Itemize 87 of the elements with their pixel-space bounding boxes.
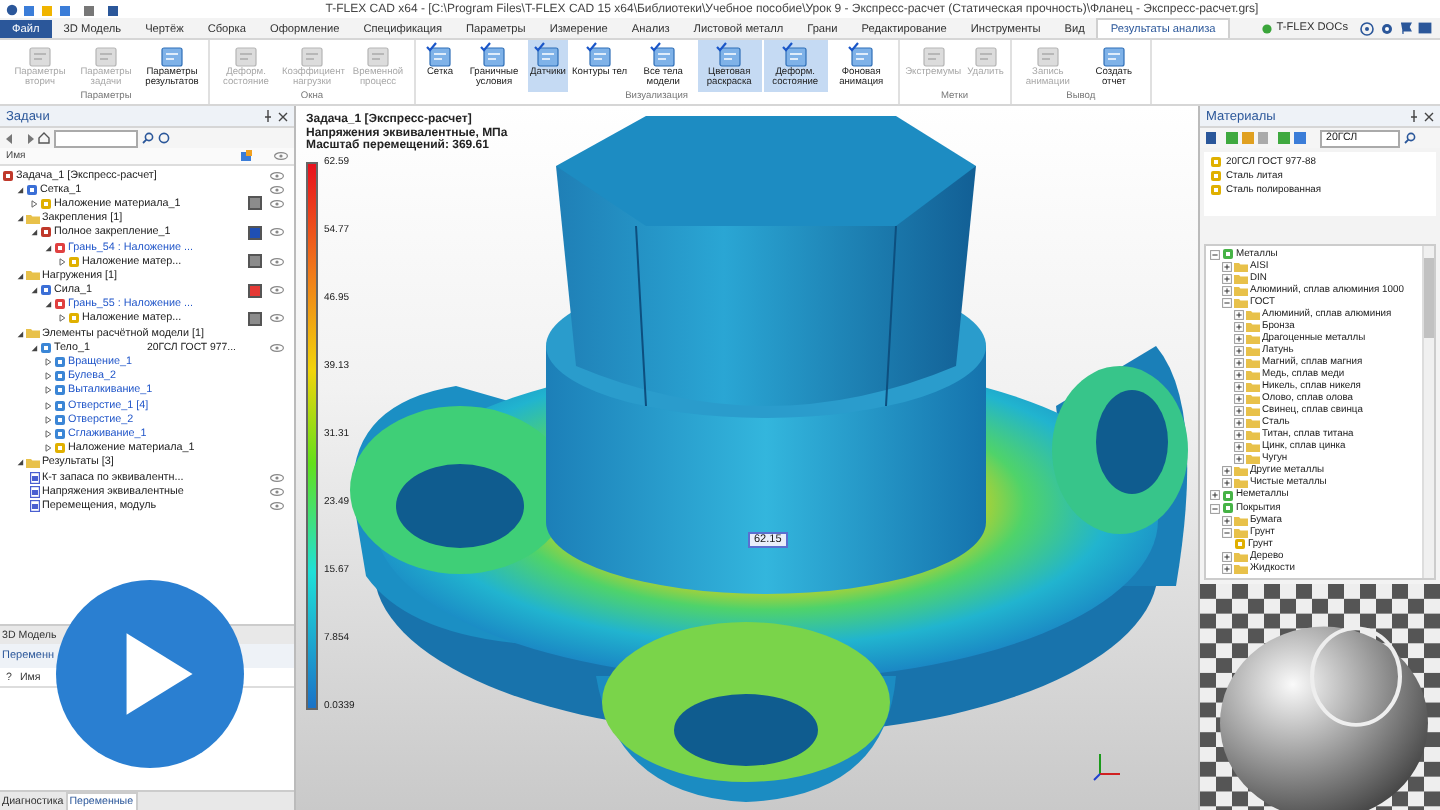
expand-toggle-icon[interactable]: [1234, 418, 1244, 429]
eye-icon[interactable]: [270, 314, 284, 323]
expand-toggle-icon[interactable]: [1234, 382, 1244, 393]
search-icon[interactable]: [1404, 132, 1416, 144]
expand-toggle-icon[interactable]: [1222, 563, 1232, 574]
eye-icon[interactable]: [270, 487, 284, 496]
collapse-arrow-icon[interactable]: [16, 329, 24, 338]
eye-icon[interactable]: [270, 473, 284, 482]
expand-arrow-icon[interactable]: [44, 444, 52, 453]
collapse-toggle-icon[interactable]: [1222, 527, 1232, 538]
expand-toggle-icon[interactable]: [1234, 321, 1244, 332]
expand-arrow-icon[interactable]: [44, 415, 52, 424]
expand-toggle-icon[interactable]: [1234, 454, 1244, 465]
color-swatch[interactable]: [247, 254, 261, 269]
expand-toggle-icon[interactable]: [1222, 261, 1232, 272]
expand-arrow-icon[interactable]: [58, 314, 66, 323]
expand-toggle-icon[interactable]: [1234, 357, 1244, 368]
eye-icon[interactable]: [270, 286, 284, 295]
collapse-toggle-icon[interactable]: [1222, 297, 1232, 308]
close-icon[interactable]: [1424, 111, 1434, 121]
expand-toggle-icon[interactable]: [1222, 515, 1232, 526]
expand-toggle-icon[interactable]: [1222, 478, 1232, 489]
collapse-arrow-icon[interactable]: [16, 271, 24, 280]
color-swatch[interactable]: [247, 196, 261, 211]
expand-arrow-icon[interactable]: [30, 199, 38, 208]
pin-icon[interactable]: [1410, 110, 1418, 122]
status-dot-icon: [1262, 23, 1273, 33]
home-icon[interactable]: [38, 132, 50, 144]
expand-toggle-icon[interactable]: [1222, 285, 1232, 296]
collapse-arrow-icon[interactable]: [16, 185, 24, 194]
collapse-arrow-icon[interactable]: [44, 243, 52, 252]
expand-arrow-icon[interactable]: [44, 358, 52, 367]
folder-icon: [26, 457, 40, 468]
eye-icon[interactable]: [270, 199, 284, 208]
expand-arrow-icon[interactable]: [58, 257, 66, 266]
eye-icon[interactable]: [274, 152, 288, 160]
expand-toggle-icon[interactable]: [1234, 406, 1244, 417]
color-swatch[interactable]: [247, 283, 261, 298]
close-icon[interactable]: [278, 111, 288, 121]
expand-toggle-icon[interactable]: [1234, 369, 1244, 380]
collapse-toggle-icon[interactable]: [1210, 249, 1220, 260]
expand-arrow-icon[interactable]: [44, 386, 52, 395]
collapse-arrow-icon[interactable]: [16, 458, 24, 467]
scrollbar-thumb[interactable]: [1424, 258, 1434, 338]
color-swatch[interactable]: [247, 225, 261, 240]
expand-toggle-icon[interactable]: [1234, 333, 1244, 344]
help-icon[interactable]: [1360, 21, 1374, 35]
expand-arrow-icon[interactable]: [44, 401, 52, 410]
flag-icon[interactable]: [1400, 22, 1412, 34]
folder-icon: [26, 213, 40, 224]
expand-toggle-icon[interactable]: [1234, 430, 1244, 441]
expand-toggle-icon[interactable]: [1234, 394, 1244, 405]
axis-triad-icon: [1092, 750, 1124, 782]
collapse-arrow-icon[interactable]: [16, 214, 24, 223]
expand-toggle-icon[interactable]: [1210, 490, 1220, 501]
refresh-icon[interactable]: [158, 132, 170, 144]
pin-icon[interactable]: [264, 110, 272, 122]
color-swatch[interactable]: [247, 311, 261, 326]
expand-toggle-icon[interactable]: [1222, 551, 1232, 562]
folder-icon: [26, 328, 40, 339]
expand-toggle-icon[interactable]: [1234, 309, 1244, 320]
material-column-icon: [240, 150, 252, 162]
collapse-arrow-icon[interactable]: [30, 343, 38, 352]
collapse-arrow-icon[interactable]: [30, 228, 38, 237]
forward-icon[interactable]: [22, 133, 34, 143]
settings-icon[interactable]: [1380, 21, 1394, 35]
collapse-arrow-icon[interactable]: [30, 286, 38, 295]
expand-toggle-icon[interactable]: [1234, 442, 1244, 453]
expand-toggle-icon[interactable]: [1234, 345, 1244, 356]
eye-icon[interactable]: [270, 171, 284, 180]
eye-icon[interactable]: [270, 257, 284, 266]
expand-arrow-icon[interactable]: [44, 429, 52, 438]
expand-toggle-icon[interactable]: [1222, 466, 1232, 477]
expand-arrow-icon[interactable]: [44, 372, 52, 381]
expand-toggle-icon[interactable]: [1222, 273, 1232, 284]
collapse-arrow-icon[interactable]: [44, 300, 52, 309]
search-icon[interactable]: [142, 132, 154, 144]
eye-icon[interactable]: [270, 343, 284, 352]
collapse-toggle-icon[interactable]: [1210, 503, 1220, 513]
back-icon[interactable]: [6, 133, 18, 143]
eye-icon[interactable]: [270, 501, 284, 510]
folder-icon: [26, 270, 40, 281]
eye-icon[interactable]: [270, 228, 284, 237]
window-icon[interactable]: [1418, 22, 1432, 34]
app-logo-icon: [6, 3, 18, 15]
node-icon: [1234, 538, 1246, 551]
eye-icon[interactable]: [270, 185, 284, 194]
